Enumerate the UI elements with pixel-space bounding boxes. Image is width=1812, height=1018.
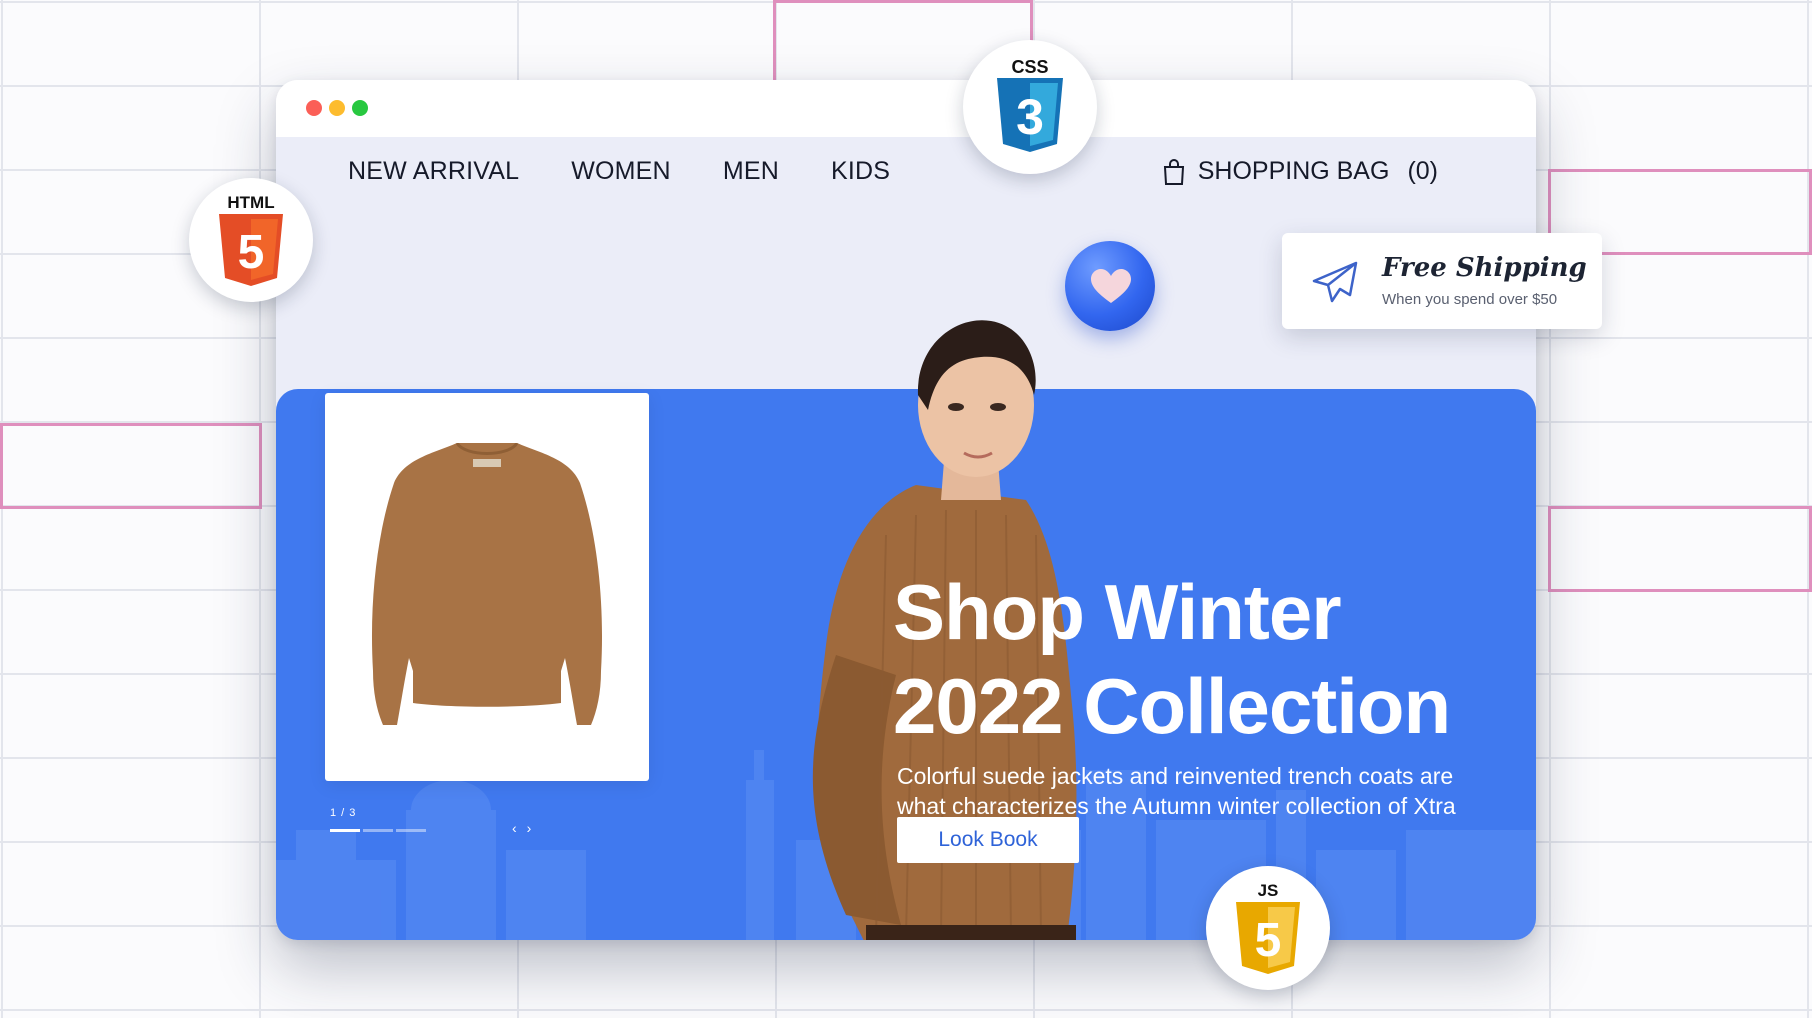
look-book-button[interactable]: Look Book	[897, 817, 1079, 863]
js-logo-icon: JS 5	[1236, 881, 1300, 974]
carousel-arrows: ‹ ›	[512, 820, 531, 836]
nav-item-kids[interactable]: KIDS	[831, 157, 890, 186]
chevron-right-icon[interactable]: ›	[527, 820, 532, 836]
free-shipping-card: Free Shipping When you spend over $50	[1282, 233, 1602, 329]
hero-headline: Shop Winter 2022 Collection	[893, 565, 1451, 753]
nav-item-women[interactable]: WOMEN	[571, 157, 671, 186]
nav-item-men[interactable]: MEN	[723, 157, 779, 186]
maximize-window-button[interactable]	[352, 100, 368, 116]
html5-badge: HTML 5	[189, 178, 313, 302]
close-window-button[interactable]	[306, 100, 322, 116]
shopping-bag-label: SHOPPING BAG	[1197, 157, 1390, 185]
carousel-progress	[330, 829, 426, 832]
chevron-left-icon[interactable]: ‹	[512, 820, 517, 836]
carousel-dot-2[interactable]	[363, 829, 393, 832]
svg-text:5: 5	[1255, 914, 1282, 967]
js-badge-label: JS	[1258, 881, 1279, 900]
nav-item-new-arrival[interactable]: NEW ARRIVAL	[348, 157, 519, 186]
hero-headline-line-2: 2022 Collection	[893, 662, 1451, 750]
browser-window: NEW ARRIVAL WOMEN MEN KIDS SHOPPING BAG …	[276, 80, 1536, 940]
carousel-dot-1[interactable]	[330, 829, 360, 832]
free-shipping-subtitle: When you spend over $50	[1382, 291, 1558, 308]
title-bar	[276, 80, 1536, 137]
hero-headline-line-1: Shop Winter	[893, 568, 1342, 656]
product-card-sweater[interactable]	[325, 393, 649, 781]
css3-badge: CSS 3	[963, 40, 1097, 174]
sweater-product-image	[371, 443, 603, 725]
svg-text:3: 3	[1016, 89, 1044, 145]
heart-icon	[1091, 269, 1131, 303]
html-badge-label: HTML	[227, 193, 274, 212]
free-shipping-title: Free Shipping	[1382, 253, 1587, 283]
minimize-window-button[interactable]	[329, 100, 345, 116]
main-nav: NEW ARRIVAL WOMEN MEN KIDS	[348, 157, 890, 186]
html5-logo-icon: HTML 5	[219, 193, 283, 286]
carousel-counter: 1 / 3	[330, 807, 357, 819]
css-badge-label: CSS	[1011, 57, 1048, 77]
carousel-dot-3[interactable]	[396, 829, 426, 832]
shopping-bag-link[interactable]: SHOPPING BAG (0)	[1162, 157, 1438, 186]
decor-frame-right-bottom	[1548, 506, 1812, 592]
decor-frame-left	[0, 423, 262, 509]
favorite-heart-button[interactable]	[1065, 241, 1155, 331]
shopping-bag-count: (0)	[1407, 157, 1438, 185]
css3-logo-icon: CSS 3	[997, 57, 1063, 152]
js-badge: JS 5	[1206, 866, 1330, 990]
shopping-bag-icon	[1163, 158, 1184, 185]
svg-text:5: 5	[238, 226, 265, 279]
plane-icon	[1312, 261, 1358, 303]
